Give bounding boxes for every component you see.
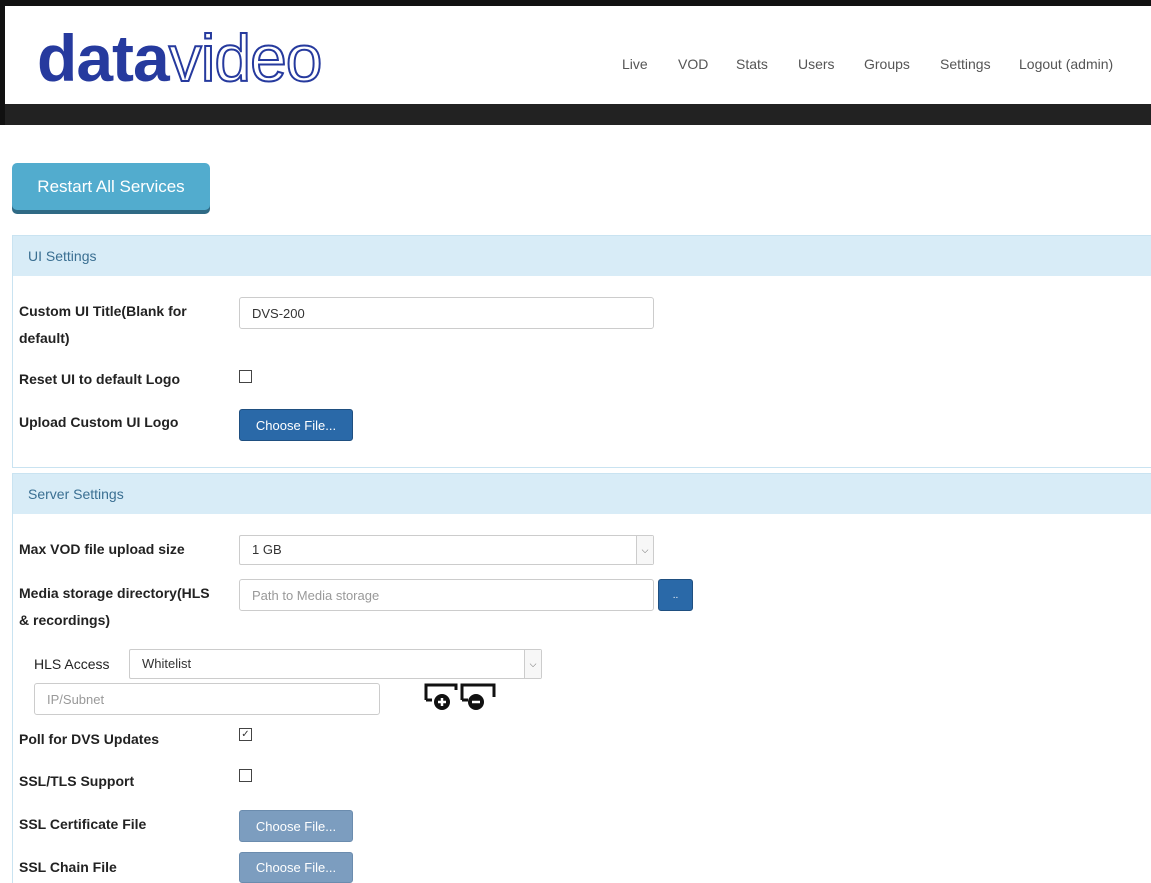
add-ip-icon[interactable] [424, 682, 458, 712]
nav-logout[interactable]: Logout (admin) [1019, 56, 1113, 72]
reset-logo-checkbox[interactable] [239, 370, 252, 383]
choose-logo-file-button[interactable]: Choose File... [239, 409, 353, 441]
chevron-down-icon: ⌵ [636, 536, 653, 564]
poll-updates-checkbox[interactable]: ✓ [239, 728, 252, 741]
logo-bold-text: data [37, 21, 170, 95]
nav-vod[interactable]: VOD [678, 56, 708, 72]
nav-stats[interactable]: Stats [736, 56, 768, 72]
hls-access-label: HLS Access [34, 656, 110, 672]
ip-subnet-input[interactable] [34, 683, 380, 715]
datavideo-logo[interactable]: datavideo [37, 21, 324, 95]
server-settings-header: Server Settings [13, 474, 1151, 514]
media-dir-label-line2: & recordings) [19, 612, 111, 628]
nav-users[interactable]: Users [798, 56, 835, 72]
ui-settings-panel: UI Settings [12, 235, 1151, 468]
browse-media-dir-button[interactable]: .. [658, 579, 693, 611]
nav-live[interactable]: Live [622, 56, 648, 72]
upload-logo-label: Upload Custom UI Logo [19, 414, 179, 430]
remove-ip-icon[interactable] [460, 682, 496, 712]
max-upload-value: 1 GB [252, 542, 282, 557]
reset-logo-label: Reset UI to default Logo [19, 371, 180, 387]
header-dark-bar [5, 104, 1151, 125]
restart-all-services-button[interactable]: Restart All Services [12, 163, 210, 210]
max-upload-select[interactable]: 1 GB ⌵ [239, 535, 654, 565]
logo-light-text: video [168, 21, 324, 95]
hls-access-select[interactable]: Whitelist ⌵ [129, 649, 542, 679]
ssl-chain-choose-file-button[interactable]: Choose File... [239, 852, 353, 883]
custom-title-label-line1: Custom UI Title(Blank for [19, 303, 187, 319]
ssl-support-label: SSL/TLS Support [19, 773, 135, 789]
poll-updates-label: Poll for DVS Updates [19, 731, 160, 747]
ssl-cert-choose-file-button[interactable]: Choose File... [239, 810, 353, 842]
media-dir-label-line1: Media storage directory(HLS [19, 585, 210, 601]
hls-access-value: Whitelist [142, 656, 192, 671]
ui-settings-header: UI Settings [13, 236, 1151, 276]
header: datavideo Live VOD Stats Users Groups Se… [5, 6, 1151, 104]
chevron-down-icon: ⌵ [524, 650, 541, 678]
ssl-support-checkbox[interactable] [239, 769, 252, 782]
ssl-cert-label: SSL Certificate File [19, 816, 147, 832]
nav-groups[interactable]: Groups [864, 56, 910, 72]
max-upload-label: Max VOD file upload size [19, 541, 185, 557]
ssl-chain-label: SSL Chain File [19, 859, 117, 875]
nav-settings[interactable]: Settings [940, 56, 991, 72]
custom-title-label-line2: default) [19, 330, 70, 346]
custom-title-input[interactable] [239, 297, 654, 329]
media-dir-input[interactable] [239, 579, 654, 611]
